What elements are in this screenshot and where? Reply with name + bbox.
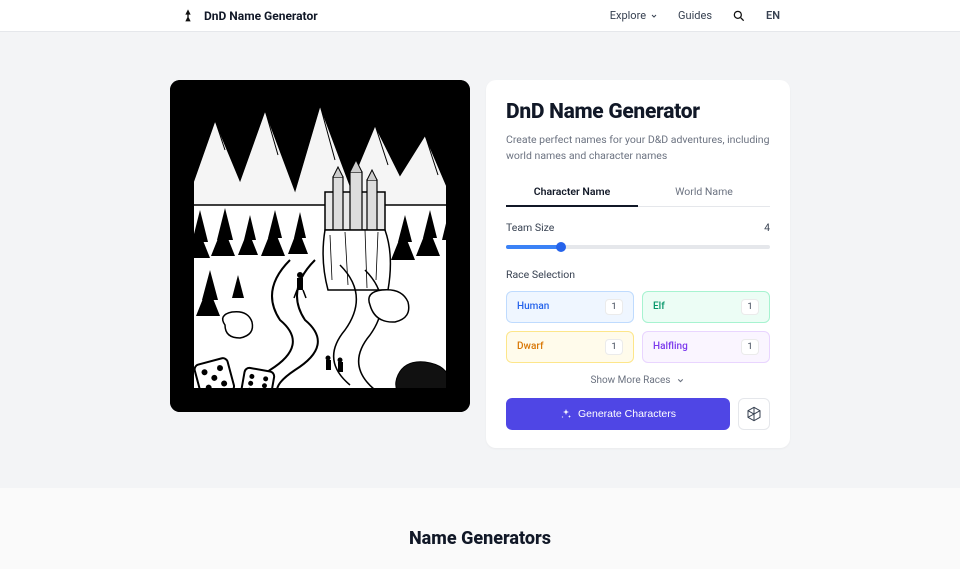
nav-explore[interactable]: Explore: [610, 9, 658, 22]
race-count: 1: [741, 299, 759, 315]
brand-area: DnD Name Generator: [180, 8, 318, 24]
race-name: Elf: [653, 301, 665, 312]
nav: Explore Guides EN: [610, 9, 780, 23]
chevron-down-icon: [650, 12, 658, 20]
show-more-races[interactable]: Show More Races: [506, 375, 770, 386]
section-title: Name Generators: [0, 528, 960, 549]
search-icon: [732, 9, 746, 23]
nav-guides[interactable]: Guides: [678, 9, 712, 22]
language-selector[interactable]: EN: [766, 9, 780, 22]
tab-world-name[interactable]: World Name: [638, 178, 770, 206]
race-name: Dwarf: [517, 341, 544, 352]
hero-illustration: [170, 80, 470, 412]
slider-thumb[interactable]: [556, 242, 566, 252]
generate-characters-button[interactable]: Generate Characters: [506, 398, 730, 430]
generator-panel: DnD Name Generator Create perfect names …: [486, 80, 790, 448]
generate-label: Generate Characters: [578, 408, 676, 420]
action-row: Generate Characters: [506, 398, 770, 430]
dice-icon: [746, 406, 762, 422]
race-card-dwarf[interactable]: Dwarf 1: [506, 331, 634, 363]
header: DnD Name Generator Explore Guides EN: [0, 0, 960, 32]
race-selection-label: Race Selection: [506, 268, 770, 281]
panel-title: DnD Name Generator: [506, 100, 770, 124]
team-size-slider[interactable]: [506, 242, 770, 252]
show-more-label: Show More Races: [591, 375, 671, 386]
slider-fill: [506, 245, 561, 249]
nav-explore-label: Explore: [610, 9, 646, 22]
random-dice-button[interactable]: [738, 398, 770, 430]
tab-character-name[interactable]: Character Name: [506, 178, 638, 207]
race-grid: Human 1 Elf 1 Dwarf 1 Halfling 1: [506, 291, 770, 363]
tabs: Character Name World Name: [506, 178, 770, 207]
team-size-value: 4: [764, 221, 770, 234]
wizard-logo-icon: [180, 8, 196, 24]
brand-title: DnD Name Generator: [204, 9, 318, 23]
team-size-label: Team Size: [506, 221, 554, 234]
race-count: 1: [605, 299, 623, 315]
sparkle-icon: [560, 408, 572, 420]
panel-subtitle: Create perfect names for your D&D advent…: [506, 132, 770, 164]
race-name: Human: [517, 301, 549, 312]
race-card-human[interactable]: Human 1: [506, 291, 634, 323]
race-card-elf[interactable]: Elf 1: [642, 291, 770, 323]
team-size-row: Team Size 4: [506, 221, 770, 234]
race-card-halfling[interactable]: Halfling 1: [642, 331, 770, 363]
race-count: 1: [605, 339, 623, 355]
chevron-down-icon: [676, 376, 685, 385]
race-name: Halfling: [653, 341, 688, 352]
name-generators-section: Name Generators: [0, 488, 960, 569]
race-count: 1: [741, 339, 759, 355]
main-container: DnD Name Generator Create perfect names …: [170, 32, 790, 448]
search-button[interactable]: [732, 9, 746, 23]
